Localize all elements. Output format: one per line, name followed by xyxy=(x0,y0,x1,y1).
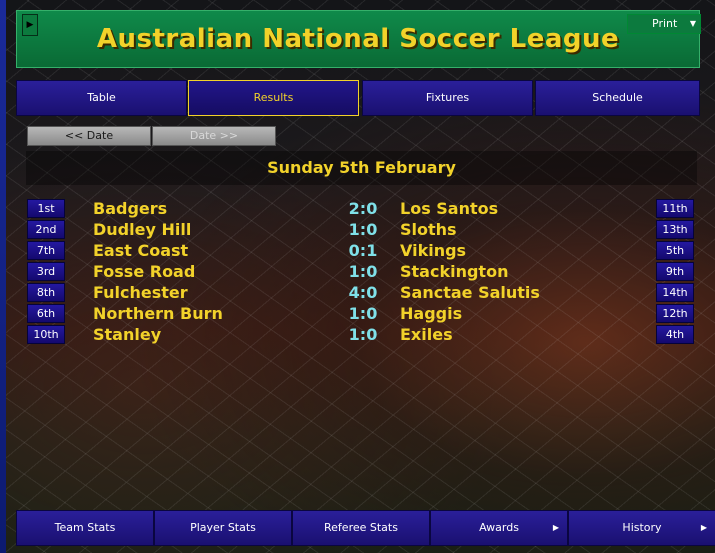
player-stats-button[interactable]: Player Stats xyxy=(154,510,292,546)
tab-results[interactable]: Results xyxy=(188,80,359,116)
away-team[interactable]: Los Santos xyxy=(400,198,498,219)
away-position-badge[interactable]: 11th xyxy=(656,199,694,218)
away-position-badge[interactable]: 9th xyxy=(656,262,694,281)
home-position-badge[interactable]: 6th xyxy=(27,304,65,323)
home-position-badge[interactable]: 7th xyxy=(27,241,65,260)
away-position-badge[interactable]: 12th xyxy=(656,304,694,323)
history-label: History xyxy=(622,521,662,534)
referee-stats-button[interactable]: Referee Stats xyxy=(292,510,430,546)
match-score[interactable]: 1:0 xyxy=(340,261,386,282)
home-position-badge[interactable]: 8th xyxy=(27,283,65,302)
away-position-badge[interactable]: 14th xyxy=(656,283,694,302)
day-label: Sunday 5th February xyxy=(267,158,456,177)
home-team[interactable]: Northern Burn xyxy=(93,303,223,324)
home-team[interactable]: East Coast xyxy=(93,240,188,261)
home-team[interactable]: Fulchester xyxy=(93,282,188,303)
result-row: 8th Fulchester 4:0 Sanctae Salutis 14th xyxy=(0,282,715,303)
page-title: Australian National Soccer League xyxy=(96,24,620,54)
away-team[interactable]: Stackington xyxy=(400,261,508,282)
print-button[interactable]: Print ▼ xyxy=(627,14,701,34)
history-button[interactable]: History ▶ xyxy=(568,510,715,546)
home-team[interactable]: Badgers xyxy=(93,198,167,219)
away-team[interactable]: Sloths xyxy=(400,219,457,240)
match-score[interactable]: 2:0 xyxy=(340,198,386,219)
chevron-right-icon: ▶ xyxy=(552,523,559,532)
home-position-badge[interactable]: 2nd xyxy=(27,220,65,239)
tab-bar: Table Results Fixtures Schedule xyxy=(16,80,700,116)
away-position-badge[interactable]: 5th xyxy=(656,241,694,260)
result-row: 2nd Dudley Hill 1:0 Sloths 13th xyxy=(0,219,715,240)
match-score[interactable]: 4:0 xyxy=(340,282,386,303)
match-score[interactable]: 1:0 xyxy=(340,324,386,345)
awards-label: Awards xyxy=(479,521,519,534)
away-team[interactable]: Sanctae Salutis xyxy=(400,282,540,303)
chevron-down-icon: ▼ xyxy=(689,19,696,28)
home-position-badge[interactable]: 10th xyxy=(27,325,65,344)
tab-schedule[interactable]: Schedule xyxy=(535,80,700,116)
next-date-button[interactable]: Date >> xyxy=(152,126,276,146)
print-label: Print xyxy=(652,17,678,30)
result-row: 10th Stanley 1:0 Exiles 4th xyxy=(0,324,715,345)
match-score[interactable]: 1:0 xyxy=(340,303,386,324)
match-score[interactable]: 1:0 xyxy=(340,219,386,240)
bottom-nav: Team Stats Player Stats Referee Stats Aw… xyxy=(16,510,715,546)
home-team[interactable]: Stanley xyxy=(93,324,161,345)
home-position-badge[interactable]: 3rd xyxy=(27,262,65,281)
away-position-badge[interactable]: 4th xyxy=(656,325,694,344)
day-header: Sunday 5th February xyxy=(26,151,697,185)
prev-date-button[interactable]: << Date xyxy=(27,126,151,146)
chevron-right-icon: ▶ xyxy=(700,523,707,532)
away-team[interactable]: Haggis xyxy=(400,303,462,324)
home-position-badge[interactable]: 1st xyxy=(27,199,65,218)
tab-table[interactable]: Table xyxy=(16,80,187,116)
result-row: 3rd Fosse Road 1:0 Stackington 9th xyxy=(0,261,715,282)
home-team[interactable]: Dudley Hill xyxy=(93,219,191,240)
result-row: 7th East Coast 0:1 Vikings 5th xyxy=(0,240,715,261)
result-row: 6th Northern Burn 1:0 Haggis 12th xyxy=(0,303,715,324)
awards-button[interactable]: Awards ▶ xyxy=(430,510,568,546)
tab-fixtures[interactable]: Fixtures xyxy=(362,80,533,116)
match-score[interactable]: 0:1 xyxy=(340,240,386,261)
home-team[interactable]: Fosse Road xyxy=(93,261,195,282)
away-team[interactable]: Vikings xyxy=(400,240,466,261)
result-row: 1st Badgers 2:0 Los Santos 11th xyxy=(0,198,715,219)
away-position-badge[interactable]: 13th xyxy=(656,220,694,239)
away-team[interactable]: Exiles xyxy=(400,324,453,345)
team-stats-button[interactable]: Team Stats xyxy=(16,510,154,546)
